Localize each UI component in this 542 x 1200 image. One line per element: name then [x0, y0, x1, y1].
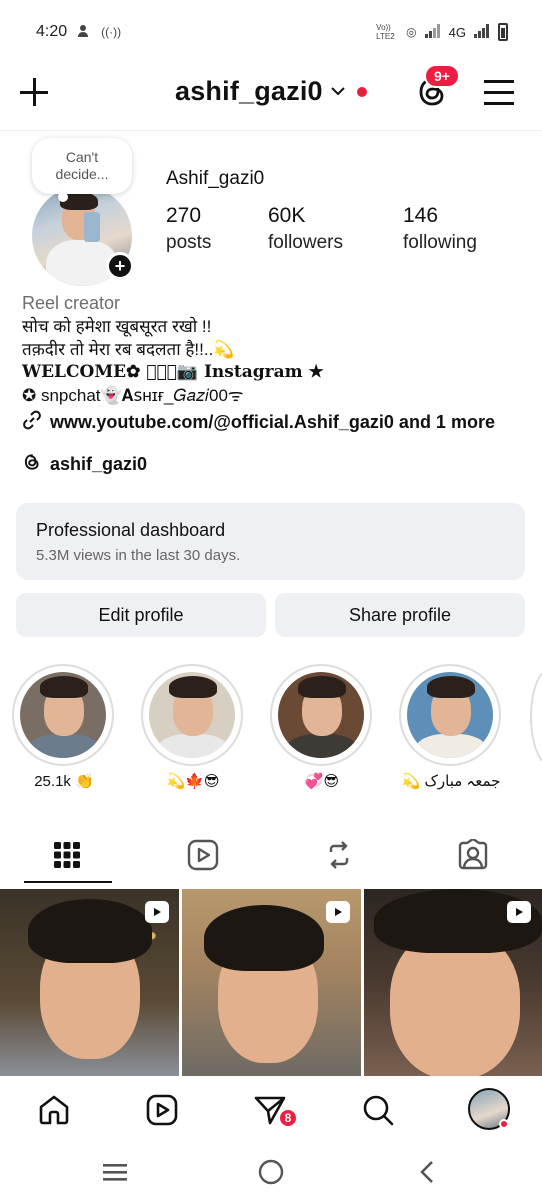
activity-badge: 8: [278, 1108, 298, 1128]
posts-grid: [0, 889, 542, 1076]
dashboard-title: Professional dashboard: [36, 520, 226, 540]
grid-post[interactable]: [182, 889, 361, 1076]
highlight-item-partial[interactable]: [530, 668, 542, 766]
search-icon: [363, 1095, 394, 1126]
followers-count: 60K: [268, 204, 306, 227]
grid-icon: [54, 842, 80, 868]
highlight-item[interactable]: 💞😎: [270, 664, 374, 799]
following-label: following: [403, 232, 477, 253]
link-text: www.youtube.com/@official.Ashif_gazi0 an…: [50, 412, 495, 432]
reels-nav-icon: [146, 1094, 178, 1126]
reels-icon: [187, 839, 219, 871]
followers-label: followers: [268, 232, 343, 253]
highlight-item[interactable]: 💫 جمعہ مبارک: [399, 664, 503, 799]
followers-stat[interactable]: 60K followers: [268, 204, 403, 254]
threads-notification-badge: 9+: [424, 64, 460, 88]
search-tab[interactable]: [358, 1090, 398, 1130]
highlight-label: 💫 جمعہ مبارک: [401, 773, 501, 790]
home-tab[interactable]: [34, 1090, 74, 1130]
tagged-tab[interactable]: [428, 826, 518, 884]
reel-indicator-icon: [145, 901, 169, 923]
bottom-navigation: [0, 1076, 542, 1144]
back-chevron-icon: [420, 1161, 433, 1183]
edit-profile-button[interactable]: Edit profile: [16, 593, 266, 637]
profile-tabs: [0, 826, 542, 886]
bio-link[interactable]: www.youtube.com/@official.Ashif_gazi0 an…: [22, 410, 495, 435]
reels-tab[interactable]: [158, 826, 248, 884]
reel-indicator-icon: [507, 901, 531, 923]
highlight-label: 💞😎: [304, 773, 340, 790]
grid-tab[interactable]: [22, 826, 112, 884]
grid-post[interactable]: [364, 889, 542, 1076]
highlight-label: 💫🍁😎: [166, 773, 220, 790]
bio-category: Reel creator: [22, 293, 121, 313]
header-divider: [0, 130, 542, 131]
threads-handle: ashif_gazi0: [50, 454, 148, 474]
home-system-button[interactable]: [256, 1158, 286, 1186]
highlight-cover: [149, 672, 235, 758]
volte-status-icon: Vo)) LTE2: [376, 23, 395, 41]
menu-button[interactable]: [484, 80, 514, 106]
note-bubble[interactable]: Can't decide...: [32, 138, 132, 202]
repost-icon: [329, 841, 349, 869]
header-username: ashif_gazi0: [175, 76, 323, 106]
profile-stats: 270 posts 60K followers 146 following: [166, 204, 477, 254]
share-profile-button[interactable]: Share profile: [275, 593, 525, 637]
link-icon: [22, 410, 42, 435]
tagged-person-icon: [458, 839, 488, 870]
back-button[interactable]: [412, 1158, 442, 1186]
posts-stat[interactable]: 270 posts: [166, 204, 268, 254]
profile-nav-dot: [499, 1119, 509, 1129]
profile-bio: Reel creator सोच को हमेशा खूबसूरत रखो !!…: [22, 292, 522, 407]
bio-line-4: ✪ snpchat👻𝐀ꜱʜɪғ_𝐺𝑎𝑧𝑖00ᯤ: [22, 386, 244, 405]
account-switcher[interactable]: ashif_gazi0: [175, 76, 367, 107]
bio-line-3: 𝐖𝐄𝐋𝐂𝐎𝐌𝐄✿ ⃝⸙͎📷 𝐈𝐧𝐬𝐭𝐚𝐠𝐫𝐚𝐦 ★: [22, 362, 324, 382]
reels-nav-tab[interactable]: [142, 1090, 182, 1130]
unread-dot: [356, 86, 367, 97]
profile-display-name: Ashif_gazi0: [166, 168, 265, 189]
highlight-item[interactable]: 💫🍁😎: [141, 664, 245, 799]
highlight-cover: [20, 672, 106, 758]
recent-apps-button[interactable]: [100, 1158, 130, 1186]
posts-label: posts: [166, 232, 212, 253]
battery-icon: [498, 23, 508, 41]
home-icon: [39, 1095, 69, 1125]
following-stat[interactable]: 146 following: [403, 204, 477, 254]
chevron-down-icon: [331, 83, 345, 100]
recents-icon: [103, 1164, 127, 1181]
threads-profile-link[interactable]: ashif_gazi0: [22, 452, 147, 477]
bio-line-2: तक़दीर तो मेरा रब बदलता है!!..💫: [22, 340, 235, 359]
dashboard-subtitle: 5.3M views in the last 30 days.: [36, 547, 241, 564]
professional-dashboard[interactable]: Professional dashboard 5.3M views in the…: [16, 503, 525, 580]
signal-icon-1: [424, 23, 441, 41]
system-navigation: [0, 1144, 542, 1200]
signal-icon-2: [474, 23, 490, 41]
highlight-cover: [278, 672, 364, 758]
status-bar: 4:20 ((·)) Vo)) LTE2 ◎ 4G: [0, 0, 542, 64]
posts-count: 270: [166, 204, 202, 227]
add-story-button[interactable]: +: [106, 252, 134, 280]
reel-indicator-icon: [326, 901, 350, 923]
highlight-cover: [407, 672, 493, 758]
story-highlights: 25.1k 👏 💫🍁😎 💞😎 💫 جمعہ مبارک: [0, 660, 542, 800]
create-post-button[interactable]: [16, 74, 52, 110]
reposts-tab[interactable]: [294, 826, 384, 884]
profile-header: ashif_gazi0 9+: [0, 64, 542, 124]
grid-post[interactable]: [0, 889, 179, 1076]
active-tab-indicator: [24, 881, 112, 883]
bio-line-1: सोच को हमेशा खूबसूरत रखो !!: [22, 317, 212, 336]
highlight-item[interactable]: 25.1k 👏: [12, 664, 116, 799]
highlight-label: 25.1k 👏: [34, 773, 94, 790]
threads-small-icon: [22, 452, 42, 477]
person-add-status-icon: [77, 24, 91, 41]
circle-home-icon: [258, 1159, 284, 1185]
network-type: 4G: [448, 24, 466, 40]
status-time: 4:20: [36, 23, 68, 40]
wifi-calling-icon: ◎: [406, 25, 417, 39]
hotspot-status-icon: ((·)): [101, 25, 122, 39]
following-count: 146: [403, 204, 439, 227]
